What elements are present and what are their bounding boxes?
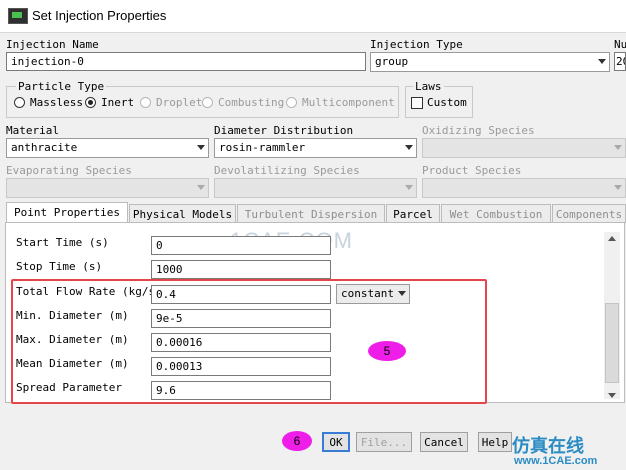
product-species-select[interactable] [422,178,626,198]
oxidizing-species-label: Oxidizing Species [422,124,535,137]
help-button[interactable]: Help [478,432,512,452]
radio-massless-label: Massless [30,96,83,109]
radio-inert-label: Inert [101,96,135,109]
diameter-distribution-value: rosin-rammler [219,141,306,154]
material-select[interactable]: anthracite [6,138,209,158]
custom-checkbox[interactable] [411,97,423,109]
file-button[interactable]: File... [356,432,412,452]
step-5-badge: 5 [368,341,406,361]
tab-physical-models[interactable]: Physical Models [129,204,236,223]
chevron-down-icon [405,185,413,190]
tab-parcel[interactable]: Parcel [386,204,440,223]
radio-droplet[interactable] [140,97,151,108]
start-time-label: Start Time (s) [16,236,109,249]
particle-type-label: Particle Type [16,80,107,93]
brand-url: www.1CAE.com [514,455,598,467]
oxidizing-species-select[interactable] [422,138,626,158]
devolatilizing-species-label: Devolatilizing Species [214,164,360,177]
chevron-down-icon [405,145,413,150]
ok-button[interactable]: OK [322,432,350,452]
tab-components[interactable]: Components [552,204,626,223]
radio-combusting[interactable] [202,97,213,108]
material-value: anthracite [11,141,78,154]
laws-label: Laws [413,80,444,93]
injection-type-value: group [375,55,409,68]
injection-name-input[interactable]: injection-0 [6,52,366,71]
stop-time-label: Stop Time (s) [16,260,103,273]
radio-massless[interactable] [14,97,25,108]
tab-turbulent-dispersion[interactable]: Turbulent Dispersion [237,204,385,223]
scroll-down-icon[interactable] [608,393,616,398]
devolatilizing-species-select[interactable] [214,178,417,198]
stop-time-input[interactable]: 1000 [151,260,331,279]
chevron-down-icon [197,185,205,190]
cancel-button[interactable]: Cancel [420,432,468,452]
start-time-input[interactable]: 0 [151,236,331,255]
application-icon [8,8,28,24]
radio-inert[interactable] [85,97,96,108]
step-6-badge: 6 [282,431,312,451]
tab-wet-combustion[interactable]: Wet Combustion [441,204,551,223]
injection-name-label: Injection Name [6,38,99,51]
number-input[interactable]: 20 [614,52,626,71]
custom-checkbox-label: Custom [427,96,467,109]
radio-multicomponent[interactable] [286,97,297,108]
material-label: Material [6,124,59,137]
window-title: Set Injection Properties [32,8,167,23]
chevron-down-icon [614,185,622,190]
tab-point-properties[interactable]: Point Properties [6,202,128,222]
highlight-box [11,279,487,404]
diameter-distribution-label: Diameter Distribution [214,124,354,137]
diameter-distribution-select[interactable]: rosin-rammler [214,138,417,158]
chevron-down-icon [614,145,622,150]
chevron-down-icon [598,59,606,64]
radio-combusting-label: Combusting [218,96,285,109]
scroll-up-icon[interactable] [608,236,616,241]
evaporating-species-select[interactable] [6,178,209,198]
injection-type-label: Injection Type [370,38,463,51]
radio-multicomponent-label: Multicomponent [302,96,395,109]
injection-type-select[interactable]: group [370,52,610,72]
scrollbar-thumb[interactable] [605,303,619,383]
number-label: Nu [614,38,626,51]
evaporating-species-label: Evaporating Species [6,164,132,177]
radio-droplet-label: Droplet [156,96,203,109]
product-species-label: Product Species [422,164,522,177]
chevron-down-icon [197,145,205,150]
